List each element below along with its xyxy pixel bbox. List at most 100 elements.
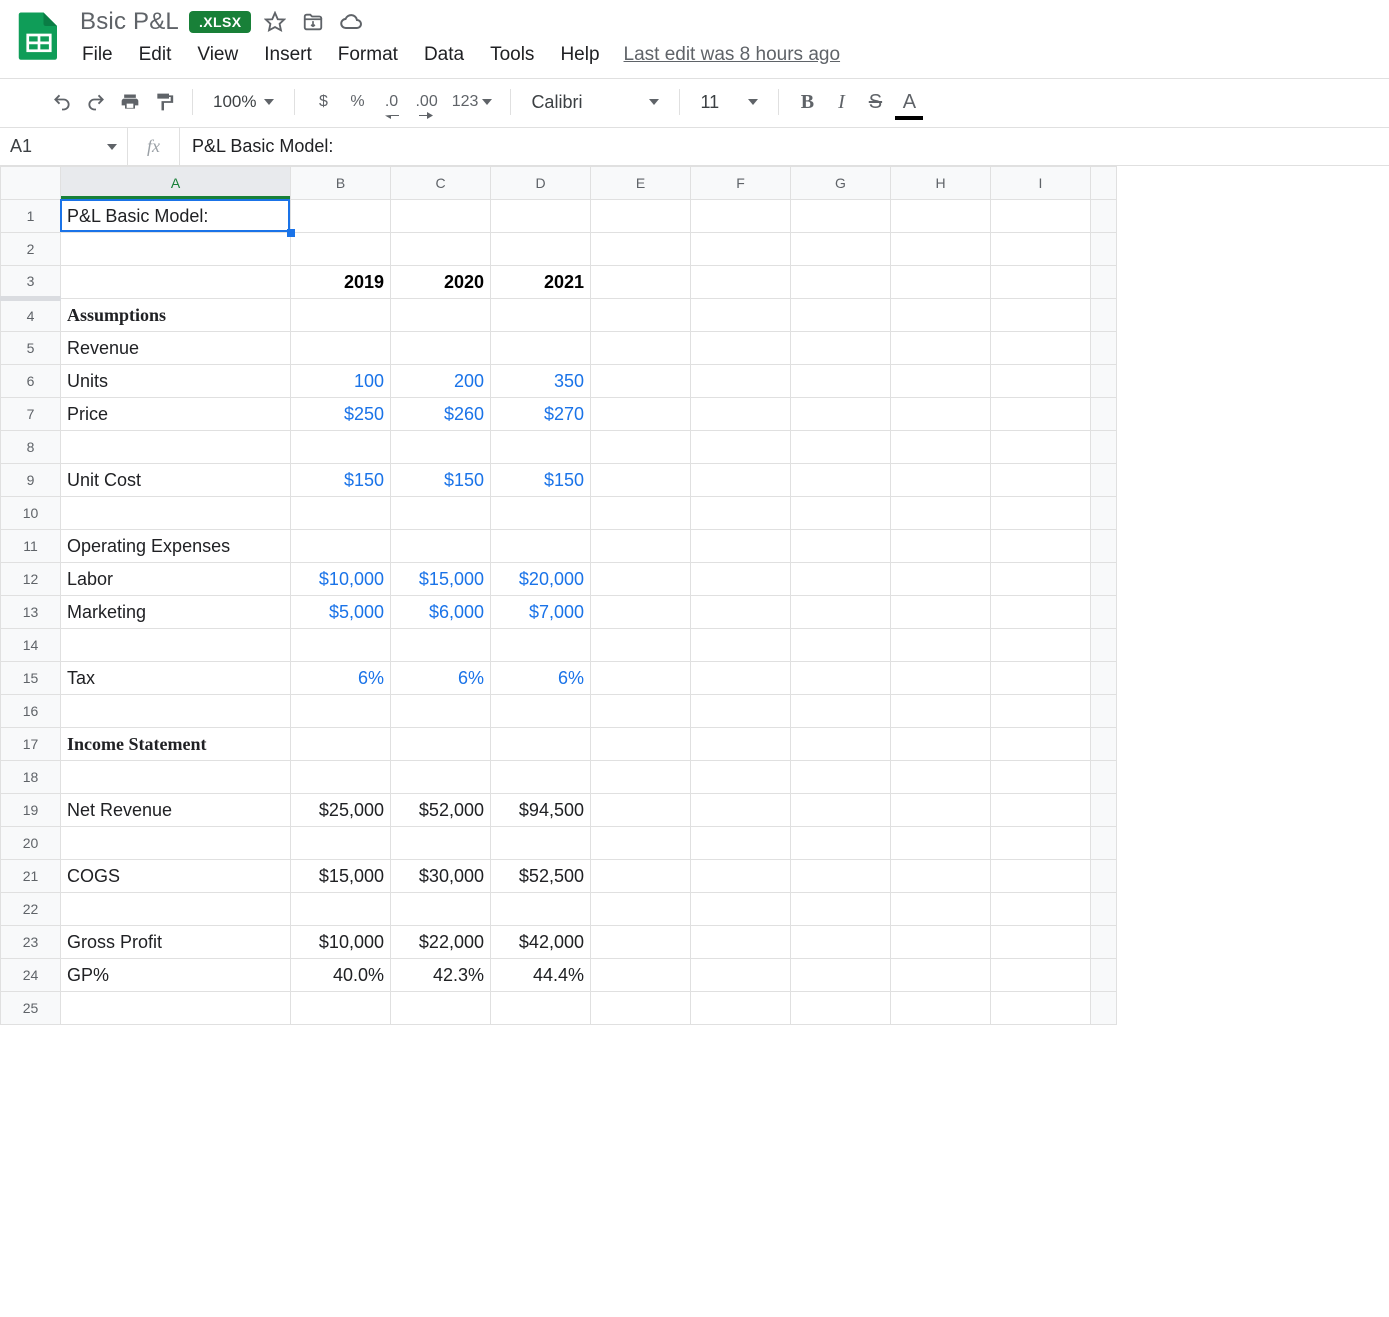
cell[interactable] [491,431,591,464]
cell[interactable] [991,332,1091,365]
cell[interactable] [691,893,791,926]
col-header-H[interactable]: H [891,167,991,200]
cell[interactable]: 40.0% [291,959,391,992]
cell[interactable] [391,695,491,728]
col-header-B[interactable]: B [291,167,391,200]
cell[interactable]: $15,000 [291,860,391,893]
cell[interactable] [691,464,791,497]
cell[interactable]: 2021 [491,266,591,299]
col-header-A[interactable]: A [61,167,291,200]
cell[interactable]: Operating Expenses [61,530,291,563]
cell[interactable] [691,299,791,332]
cell[interactable] [991,596,1091,629]
menu-help[interactable]: Help [558,42,601,68]
cell[interactable]: 200 [391,365,491,398]
row-header[interactable]: 14 [1,629,61,662]
row-header[interactable]: 9 [1,464,61,497]
cell[interactable] [491,827,591,860]
cell[interactable]: $250 [291,398,391,431]
italic-button[interactable]: I [827,87,855,117]
row-header[interactable]: 7 [1,398,61,431]
row-header[interactable]: 4 [1,299,61,332]
cell[interactable] [61,695,291,728]
cell[interactable] [891,728,991,761]
cell[interactable] [891,563,991,596]
cell[interactable] [691,530,791,563]
row-header[interactable]: 6 [1,365,61,398]
row-header[interactable]: 22 [1,893,61,926]
cell[interactable] [991,893,1091,926]
cell[interactable] [891,200,991,233]
cell[interactable]: $22,000 [391,926,491,959]
cell[interactable]: $150 [491,464,591,497]
cell[interactable] [591,992,691,1025]
cell[interactable] [61,893,291,926]
row-header[interactable]: 20 [1,827,61,860]
cell[interactable] [491,728,591,761]
cell[interactable] [791,959,891,992]
cell[interactable]: 2019 [291,266,391,299]
cell[interactable] [791,761,891,794]
cell[interactable] [991,992,1091,1025]
cell[interactable]: $5,000 [291,596,391,629]
cell[interactable] [491,200,591,233]
cell[interactable]: $52,000 [391,794,491,827]
cell[interactable] [991,761,1091,794]
font-family-select[interactable]: Calibri [525,92,665,113]
cell[interactable]: Marketing [61,596,291,629]
cell[interactable] [291,695,391,728]
row-header[interactable]: 19 [1,794,61,827]
cell[interactable] [991,464,1091,497]
menu-edit[interactable]: Edit [137,42,174,68]
cell[interactable] [291,827,391,860]
row-header[interactable]: 13 [1,596,61,629]
cell[interactable] [891,662,991,695]
cell[interactable]: Units [61,365,291,398]
cell[interactable] [791,464,891,497]
cell[interactable] [791,530,891,563]
cell[interactable] [591,398,691,431]
decrease-decimal-button[interactable]: .0 [377,87,405,117]
cell[interactable] [291,728,391,761]
menu-view[interactable]: View [195,42,240,68]
cell[interactable]: Price [61,398,291,431]
cell[interactable] [391,992,491,1025]
cell[interactable] [791,200,891,233]
cell[interactable] [791,893,891,926]
cell[interactable] [991,233,1091,266]
col-header-G[interactable]: G [791,167,891,200]
cell[interactable] [591,794,691,827]
menu-insert[interactable]: Insert [262,42,314,68]
cell[interactable] [891,695,991,728]
cell[interactable] [991,926,1091,959]
cell[interactable]: $7,000 [491,596,591,629]
cell[interactable] [591,827,691,860]
cell[interactable] [391,497,491,530]
cell[interactable] [891,959,991,992]
cell[interactable] [591,728,691,761]
cell[interactable]: Net Revenue [61,794,291,827]
cell[interactable] [891,497,991,530]
cell[interactable] [691,794,791,827]
row-header[interactable]: 8 [1,431,61,464]
cell[interactable] [61,992,291,1025]
cell[interactable] [61,761,291,794]
cell[interactable]: $150 [391,464,491,497]
cell[interactable] [591,629,691,662]
cell[interactable] [791,299,891,332]
cell[interactable] [891,827,991,860]
cell[interactable] [791,431,891,464]
text-color-button[interactable]: A [895,87,923,117]
cell[interactable] [391,431,491,464]
cell[interactable] [891,794,991,827]
col-header-E[interactable]: E [591,167,691,200]
cell[interactable] [891,629,991,662]
row-header[interactable]: 3 [1,266,61,299]
cell[interactable] [61,827,291,860]
redo-button[interactable] [82,87,110,117]
cell[interactable] [391,200,491,233]
more-formats-button[interactable]: 123 [448,87,497,117]
name-box[interactable]: A1 [0,128,128,165]
cell[interactable]: $20,000 [491,563,591,596]
row-header[interactable]: 2 [1,233,61,266]
